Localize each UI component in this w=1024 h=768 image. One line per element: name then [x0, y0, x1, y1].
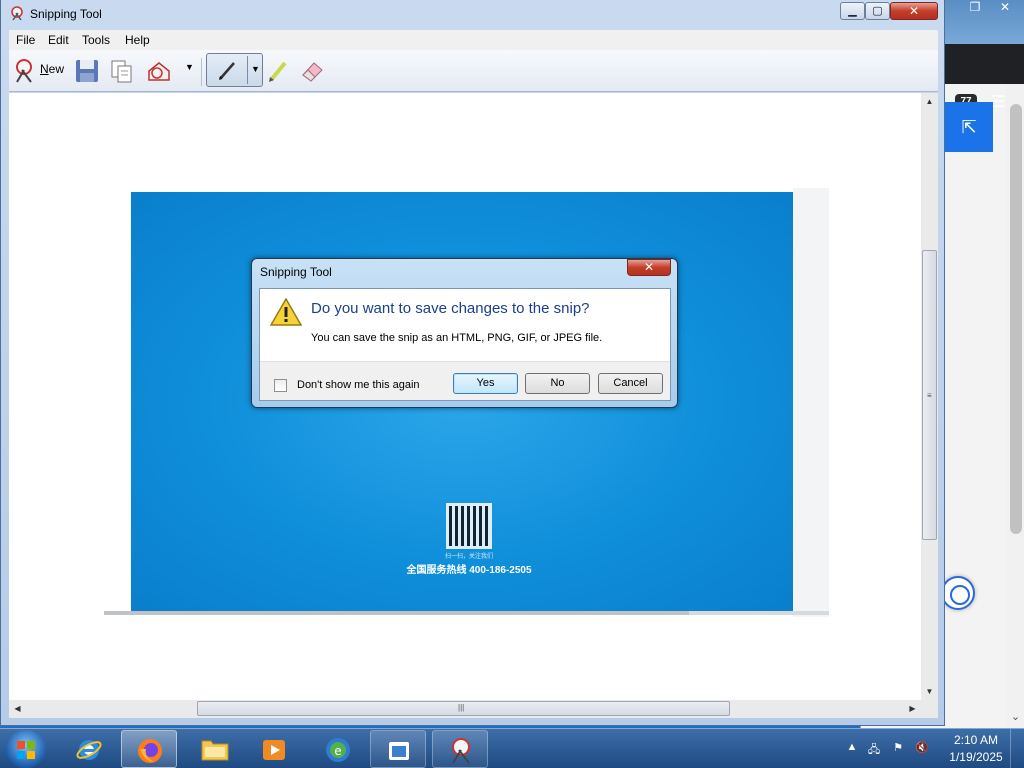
- eraser-icon[interactable]: [299, 58, 325, 84]
- firefox-taskbar-button[interactable]: [121, 730, 177, 768]
- start-button[interactable]: [6, 730, 46, 768]
- sogou-browser-icon: e: [326, 738, 350, 762]
- remote-app-icon: [389, 742, 409, 760]
- dialog-close-button[interactable]: ✕: [627, 259, 671, 276]
- remote-app-taskbar-button[interactable]: [370, 730, 426, 768]
- system-tray: ▲ 🖧 ⚑ 🔇 2:10 AM 1/19/2025: [840, 729, 1024, 768]
- network-icon[interactable]: 🖧: [866, 741, 882, 757]
- svg-text:e: e: [334, 744, 341, 758]
- dialog-button-bar: Don't show me this again Yes No Cancel: [260, 361, 670, 400]
- dialog-title: Snipping Tool: [260, 265, 332, 279]
- internet-explorer-icon: [76, 740, 102, 760]
- show-hidden-icons-icon[interactable]: ▲: [844, 741, 860, 757]
- dropdown-arrow-icon[interactable]: ▼: [185, 62, 194, 72]
- minimize-icon: ▁: [848, 5, 857, 17]
- sogou-browser-taskbar-button[interactable]: e: [310, 730, 366, 768]
- pen-dropdown-icon[interactable]: ▼: [251, 64, 260, 74]
- captured-snip-image: seewo 扫一扫，关注我们 全国服务热线 400-186-2505 Snipp…: [131, 192, 793, 611]
- media-player-taskbar-button[interactable]: [246, 730, 302, 768]
- vertical-scroll-thumb[interactable]: ≡: [922, 250, 937, 540]
- highlighter-icon[interactable]: [265, 58, 291, 84]
- pen-tool-button[interactable]: ▼: [206, 53, 263, 87]
- copy-icon[interactable]: [109, 58, 135, 84]
- pen-icon: [219, 62, 235, 80]
- save-icon[interactable]: [74, 58, 100, 84]
- menu-file[interactable]: File: [16, 33, 35, 47]
- cancel-button[interactable]: Cancel: [598, 373, 663, 394]
- firefox-icon: [138, 739, 162, 763]
- warning-icon: [270, 298, 302, 326]
- windows-logo-icon: [17, 741, 35, 759]
- restore-icon[interactable]: ❐: [961, 0, 989, 16]
- close-icon: ✕: [643, 260, 655, 274]
- clock-date[interactable]: 1/19/2025: [944, 750, 1008, 764]
- taskbar: e ▲ 🖧 ⚑ 🔇 2:10 AM 1/19/2025: [0, 728, 1024, 768]
- folder-icon: [201, 740, 229, 761]
- new-button-label[interactable]: New: [40, 62, 64, 76]
- internet-explorer-taskbar-button[interactable]: [61, 730, 117, 768]
- floating-assistant-icon[interactable]: [941, 576, 975, 610]
- yes-button[interactable]: Yes: [453, 373, 518, 394]
- new-snip-icon[interactable]: [11, 58, 37, 84]
- scroll-right-icon[interactable]: ▶: [904, 700, 921, 718]
- menu-icon[interactable]: ☰: [991, 95, 1007, 111]
- background-scrollbar[interactable]: ⌄: [1006, 84, 1024, 728]
- scroll-left-icon[interactable]: ◀: [9, 700, 26, 718]
- dont-show-again-checkbox[interactable]: [274, 379, 287, 392]
- menu-help[interactable]: Help: [125, 33, 150, 47]
- dialog-body: Do you want to save changes to the snip?…: [259, 288, 671, 401]
- scroll-up-icon[interactable]: ▲: [921, 93, 938, 110]
- window-title: Snipping Tool: [30, 7, 102, 21]
- toolbar-separator: [201, 58, 202, 86]
- chevron-down-icon[interactable]: ⌄: [1006, 710, 1024, 728]
- volume-muted-icon[interactable]: 🔇: [914, 741, 930, 757]
- close-icon: ✕: [908, 4, 920, 18]
- menu-bar: File Edit Tools Help: [9, 30, 938, 50]
- save-changes-dialog: Snipping Tool ✕ Do you want to save chan…: [251, 258, 678, 408]
- service-hotline: 全国服务热线 400-186-2505: [406, 565, 532, 576]
- scroll-down-icon[interactable]: ▼: [921, 683, 938, 700]
- toolbar: New ▼ ▼: [9, 50, 938, 92]
- close-icon[interactable]: ✕: [991, 0, 1019, 16]
- action-center-flag-icon[interactable]: ⚑: [890, 741, 906, 757]
- snipping-tool-icon: [11, 6, 23, 21]
- snipping-tool-taskbar-button[interactable]: [432, 730, 488, 768]
- horizontal-scrollbar[interactable]: ◀ ||| ▶: [9, 700, 921, 718]
- snipping-tool-icon: [452, 738, 470, 764]
- snipping-tool-window: Snipping Tool ▁ ▢ ✕ File Edit Tools Help…: [0, 0, 945, 726]
- dont-show-again-label[interactable]: Don't show me this again: [297, 379, 420, 391]
- snip-canvas[interactable]: seewo 扫一扫，关注我们 全国服务热线 400-186-2505 Snipp…: [9, 93, 921, 700]
- dialog-heading: Do you want to save changes to the snip?: [311, 300, 590, 317]
- file-explorer-taskbar-button[interactable]: [186, 730, 242, 768]
- close-button[interactable]: ✕: [890, 2, 938, 20]
- media-player-icon: [263, 740, 285, 760]
- vertical-scrollbar[interactable]: ▲ ≡ ▼: [921, 93, 938, 700]
- background-scroll-thumb[interactable]: [1010, 104, 1022, 534]
- menu-edit[interactable]: Edit: [48, 33, 69, 47]
- maximize-button[interactable]: ▢: [865, 2, 890, 20]
- send-snip-icon[interactable]: [146, 58, 172, 84]
- qr-caption: 扫一扫，关注我们: [444, 554, 493, 560]
- size-grip[interactable]: [921, 700, 938, 718]
- dialog-message: You can save the snip as an HTML, PNG, G…: [311, 332, 603, 344]
- menu-tools[interactable]: Tools: [82, 33, 110, 47]
- window-titlebar[interactable]: Snipping Tool ▁ ▢ ✕: [1, 0, 944, 30]
- maximize-icon: ▢: [872, 5, 883, 17]
- clock-time[interactable]: 2:10 AM: [944, 733, 1008, 747]
- no-button[interactable]: No: [525, 373, 590, 394]
- background-blue-button[interactable]: ⇱: [945, 102, 993, 152]
- show-desktop-button[interactable]: [1010, 729, 1024, 768]
- minimize-button[interactable]: ▁: [840, 2, 865, 20]
- horizontal-scroll-thumb[interactable]: |||: [197, 701, 730, 716]
- qr-code-icon: [446, 503, 492, 549]
